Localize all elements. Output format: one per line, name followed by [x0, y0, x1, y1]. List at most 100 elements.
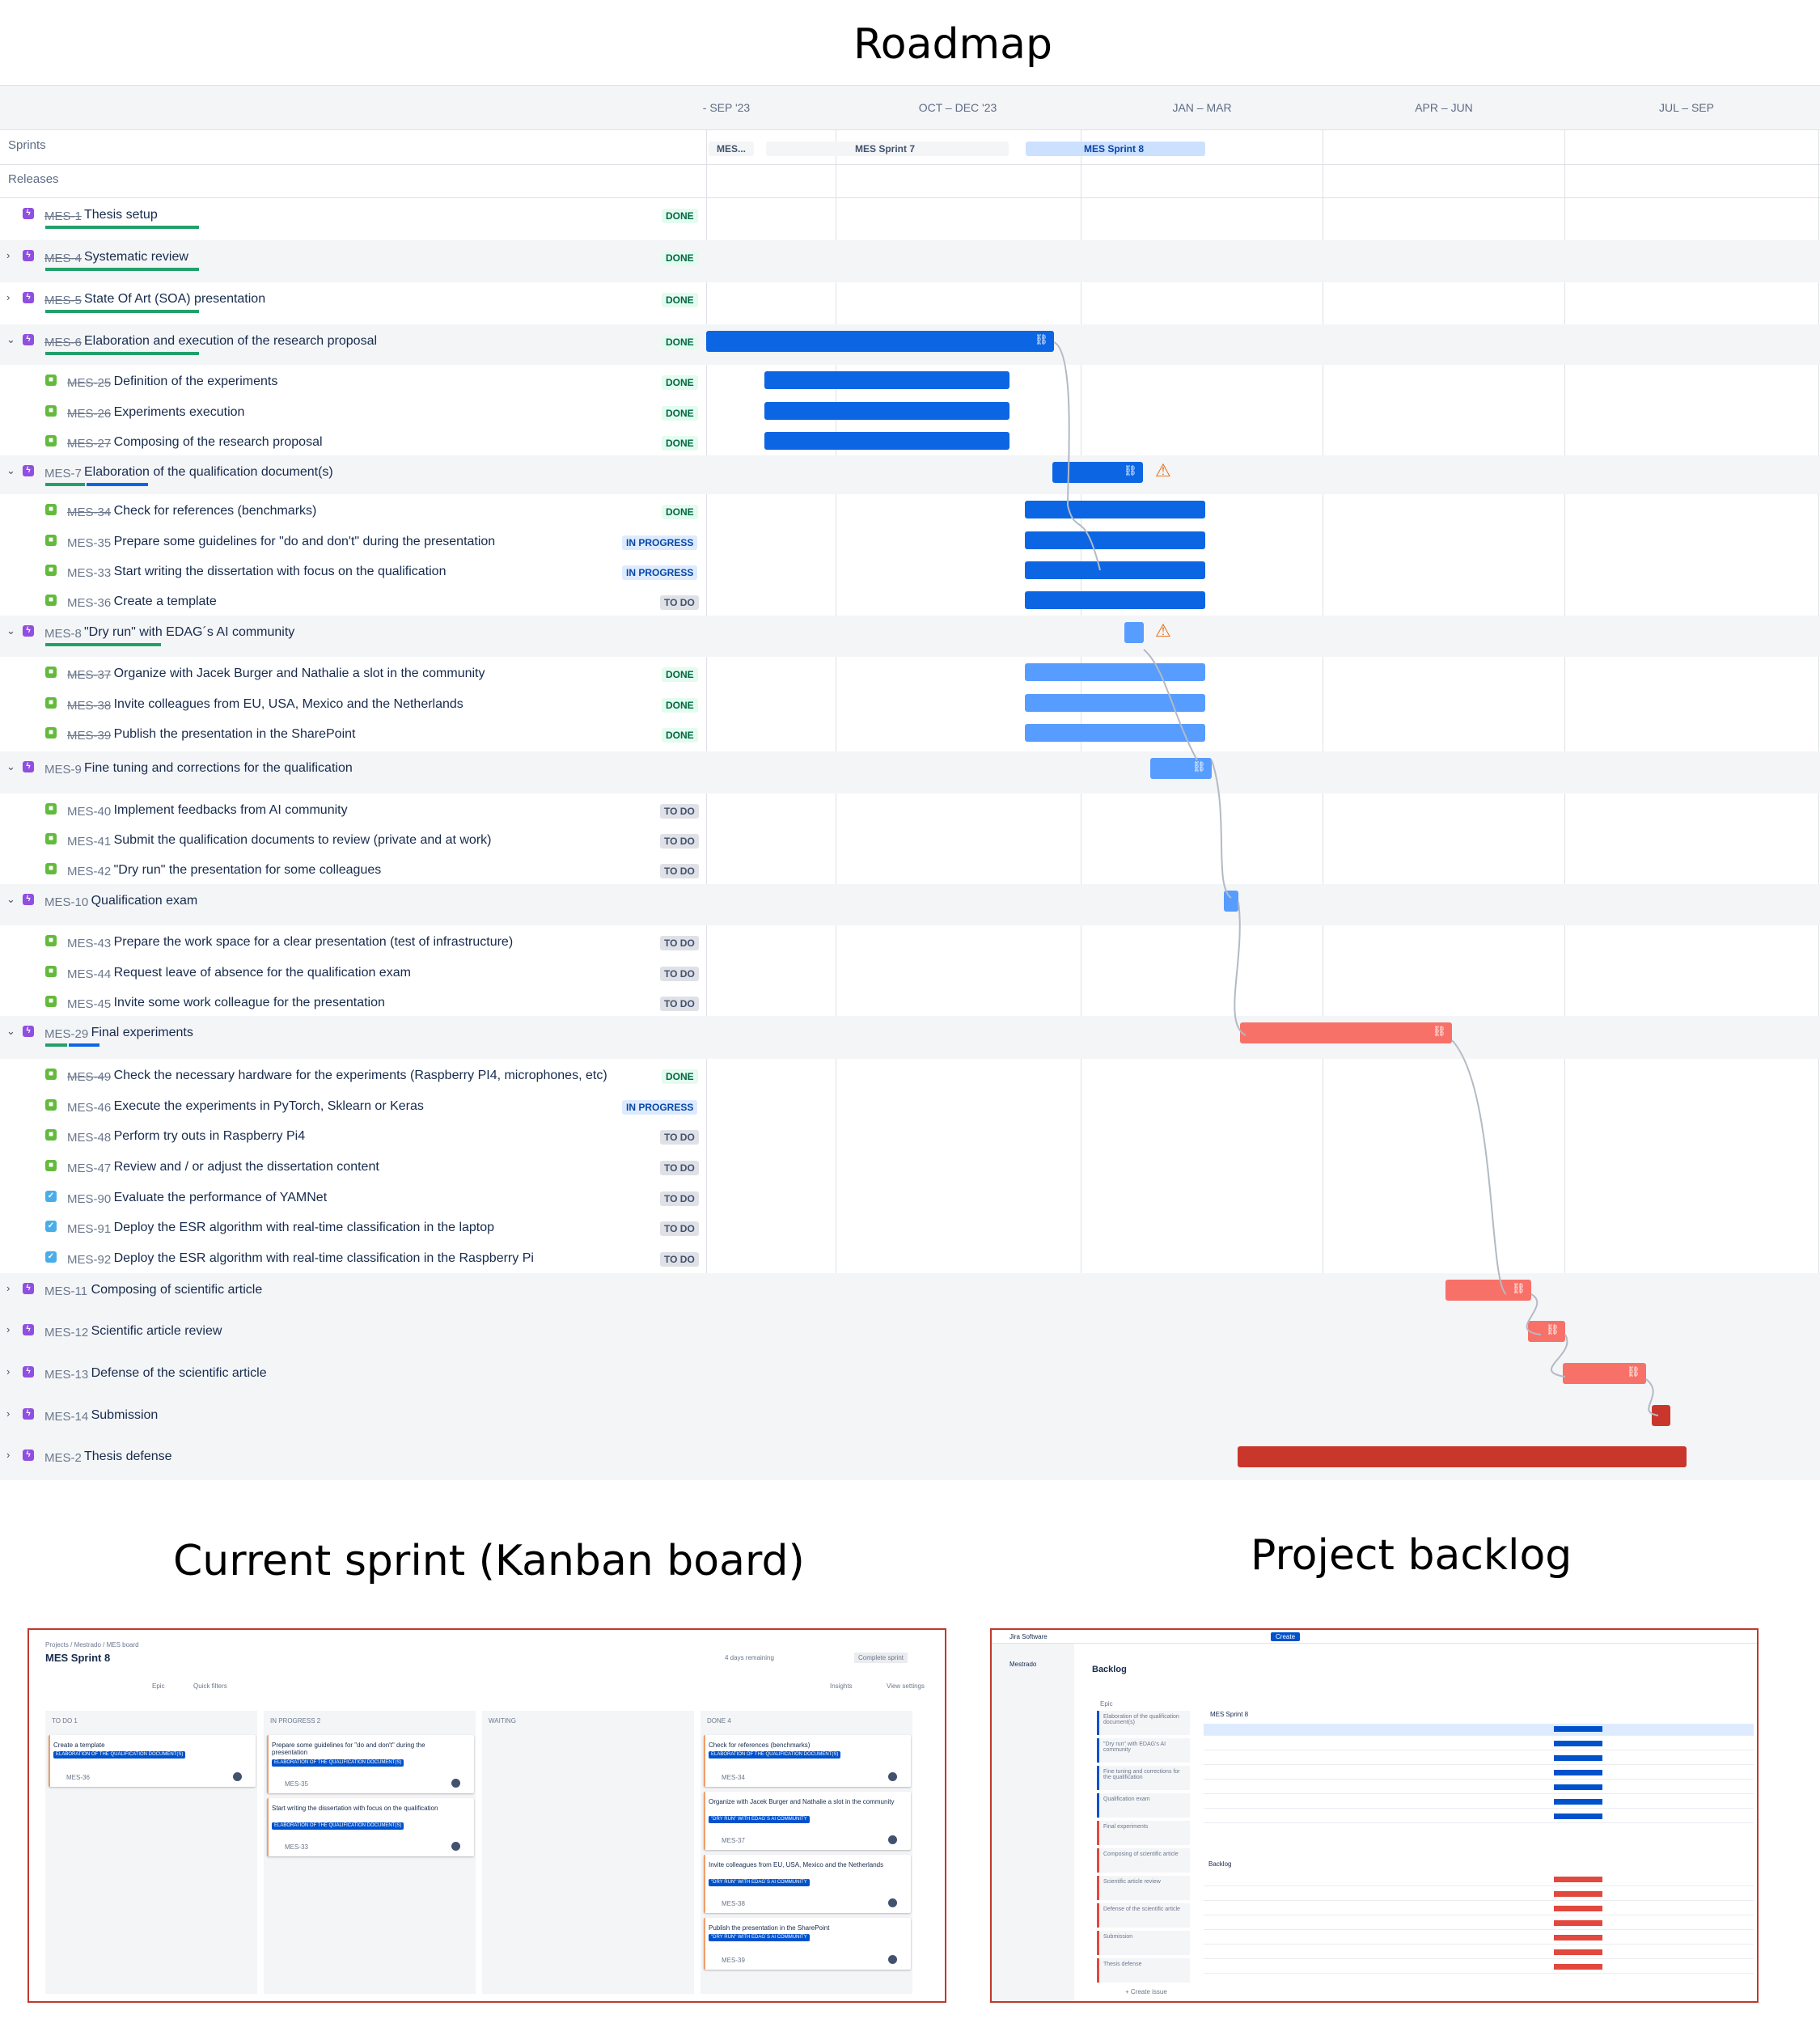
issue-summary[interactable]: Final experiments [91, 1026, 193, 1040]
timeline-bar[interactable] [1238, 1446, 1687, 1467]
issue-key[interactable]: MES-44 [67, 967, 111, 981]
issue-summary[interactable]: Publish the presentation in the SharePoi… [114, 727, 356, 742]
chevron-right-icon[interactable]: › [6, 1282, 15, 1294]
issue-summary[interactable]: Elaboration and execution of the researc… [84, 334, 377, 349]
chevron-right-icon[interactable]: › [6, 1323, 15, 1335]
issue-key[interactable]: MES-33 [67, 566, 111, 580]
issue-summary[interactable]: Submit the qualification documents to re… [114, 833, 492, 848]
issue-summary[interactable]: Request leave of absence for the qualifi… [114, 966, 411, 980]
issue-summary[interactable]: Execute the experiments in PyTorch, Skle… [114, 1099, 424, 1114]
roadmap-row[interactable] [0, 884, 1820, 925]
issue-summary[interactable]: Qualification exam [91, 894, 198, 908]
issue-summary[interactable]: Perform try outs in Raspberry Pi4 [114, 1129, 306, 1144]
sprint-chip[interactable]: MES Sprint 7 [766, 142, 1009, 156]
roadmap-row[interactable] [0, 1356, 1820, 1399]
issue-key[interactable]: MES-11 [44, 1284, 87, 1298]
backlog-issue-row[interactable] [1204, 1738, 1754, 1750]
issue-summary[interactable]: Create a template [114, 595, 217, 609]
issue-key[interactable]: MES-9 [44, 763, 82, 777]
backlog-issue-row[interactable] [1204, 1962, 1754, 1974]
roadmap-row[interactable] [0, 240, 1820, 282]
issue-summary[interactable]: Composing of the research proposal [114, 435, 323, 450]
timeline-bar[interactable] [1025, 694, 1205, 712]
issue-summary[interactable]: State Of Art (SOA) presentation [84, 292, 265, 307]
project-name[interactable]: Mestrado [1009, 1661, 1036, 1668]
issue-summary[interactable]: Thesis setup [84, 208, 158, 222]
issue-key[interactable]: MES-10 [44, 895, 88, 909]
timeline-bar[interactable] [1224, 891, 1238, 912]
chevron-right-icon[interactable]: › [6, 1365, 15, 1378]
link-icon[interactable]: ⛓ [1512, 1282, 1526, 1295]
timeline-bar[interactable] [1652, 1405, 1670, 1426]
issue-summary[interactable]: Evaluate the performance of YAMNet [114, 1191, 328, 1205]
chevron-down-icon[interactable]: ⌄ [6, 893, 15, 906]
issue-key[interactable]: MES-34 [67, 506, 111, 519]
issue-summary[interactable]: Fine tuning and corrections for the qual… [84, 761, 353, 776]
link-icon[interactable]: ⛓ [1627, 1365, 1640, 1378]
issue-summary[interactable]: Definition of the experiments [114, 375, 278, 389]
issue-key[interactable]: MES-29 [44, 1027, 88, 1041]
quick-filters[interactable]: Quick filters [193, 1682, 227, 1690]
issue-key[interactable]: MES-47 [67, 1162, 111, 1175]
link-icon[interactable]: ⛓ [1433, 1025, 1446, 1038]
issue-key[interactable]: MES-36 [67, 596, 111, 610]
timeline-bar[interactable] [706, 331, 1054, 352]
issue-summary[interactable]: Composing of scientific article [91, 1283, 263, 1297]
issue-key[interactable]: MES-38 [67, 699, 111, 713]
view-settings-button[interactable]: View settings [887, 1682, 925, 1690]
backlog-issue-row[interactable] [1204, 1947, 1754, 1959]
warning-icon[interactable]: ⚠ [1155, 460, 1171, 481]
chevron-down-icon[interactable]: ⌄ [6, 333, 15, 346]
issue-summary[interactable]: Elaboration of the qualification documen… [84, 465, 333, 480]
jira-logo[interactable]: Jira Software [1009, 1633, 1048, 1640]
link-icon[interactable]: ⛓ [1035, 333, 1048, 346]
issue-key[interactable]: MES-46 [67, 1101, 111, 1115]
issue-summary[interactable]: Check the necessary hardware for the exp… [114, 1069, 607, 1083]
issue-summary[interactable]: Check for references (benchmarks) [114, 504, 317, 518]
roadmap-row[interactable] [0, 282, 1820, 324]
issue-key[interactable]: MES-37 [67, 668, 111, 682]
issue-summary[interactable]: Deploy the ESR algorithm with real-time … [114, 1221, 494, 1235]
chevron-down-icon[interactable]: ⌄ [6, 760, 15, 773]
issue-summary[interactable]: Thesis defense [84, 1450, 172, 1464]
issue-key[interactable]: MES-5 [44, 294, 82, 307]
issue-summary[interactable]: "Dry run" with EDAG´s AI community [84, 625, 294, 640]
timeline-bar[interactable] [1025, 591, 1205, 609]
sprint-chip[interactable]: MES... [709, 142, 754, 156]
issue-key[interactable]: MES-7 [44, 467, 82, 480]
issue-key[interactable]: MES-6 [44, 336, 82, 349]
issue-key[interactable]: MES-40 [67, 805, 111, 819]
timeline-bar[interactable] [1124, 622, 1144, 643]
issue-summary[interactable]: Organize with Jacek Burger and Nathalie … [114, 667, 485, 681]
timeline-bar[interactable] [1025, 663, 1205, 681]
roadmap-row[interactable] [0, 1016, 1820, 1059]
timeline-bar[interactable] [1025, 531, 1205, 549]
issue-key[interactable]: MES-8 [44, 627, 82, 641]
issue-summary[interactable]: Experiments execution [114, 405, 245, 420]
backlog-issue-row[interactable] [1204, 1797, 1754, 1809]
roadmap-row[interactable] [0, 1399, 1820, 1440]
sprint-chip[interactable]: MES Sprint 8 [1026, 142, 1205, 156]
issue-summary[interactable]: Submission [91, 1408, 159, 1423]
issue-summary[interactable]: Implement feedbacks from AI community [114, 803, 348, 818]
issue-summary[interactable]: Defense of the scientific article [91, 1366, 267, 1381]
backlog-issue-row[interactable] [1204, 1753, 1754, 1765]
timeline-bar[interactable] [1025, 724, 1205, 742]
issue-summary[interactable]: Systematic review [84, 250, 188, 265]
backlog-issue-row[interactable] [1204, 1811, 1754, 1823]
roadmap-row[interactable] [0, 585, 1820, 616]
backlog-issue-row[interactable] [1204, 1724, 1754, 1736]
issue-key[interactable]: MES-4 [44, 252, 82, 265]
backlog-issue-row[interactable] [1204, 1889, 1754, 1901]
backlog-issue-row[interactable] [1204, 1903, 1754, 1915]
issue-key[interactable]: MES-12 [44, 1326, 88, 1339]
issue-key[interactable]: MES-14 [44, 1410, 88, 1424]
issue-key[interactable]: MES-42 [67, 865, 111, 878]
issue-summary[interactable]: Invite colleagues from EU, USA, Mexico a… [114, 697, 463, 712]
roadmap-row[interactable] [0, 198, 1820, 240]
timeline-bar[interactable] [1240, 1022, 1452, 1043]
insights-button[interactable]: Insights [830, 1682, 853, 1690]
chevron-down-icon[interactable]: ⌄ [6, 464, 15, 477]
issue-key[interactable]: MES-49 [67, 1070, 111, 1084]
backlog-issue-row[interactable] [1204, 1782, 1754, 1794]
